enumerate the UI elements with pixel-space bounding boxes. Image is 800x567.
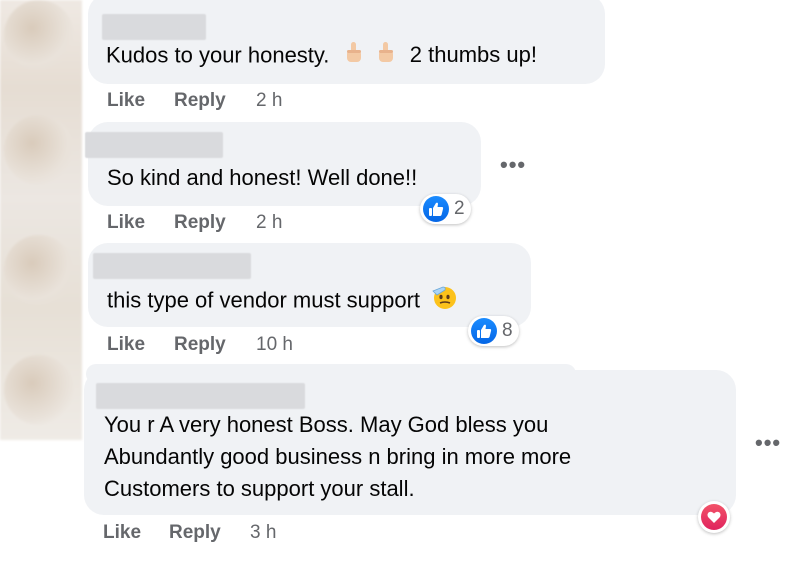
commenter-name[interactable] xyxy=(102,14,206,40)
timestamp[interactable]: 2 h xyxy=(256,90,282,112)
comment-text: So kind and honest! Well done!! xyxy=(107,165,418,190)
commenter-name[interactable] xyxy=(96,383,305,409)
avatar[interactable] xyxy=(4,115,74,185)
comment-text-part: Kudos to your honesty. xyxy=(106,42,330,68)
comment-bubble: this type of vendor must support xyxy=(88,243,531,327)
saluting-face-icon xyxy=(430,283,458,320)
avatar[interactable] xyxy=(4,235,74,305)
comment-text-line: You r A very honest Boss. May God bless … xyxy=(104,412,549,437)
thumbs-up-icon xyxy=(342,39,368,74)
comment-text: Kudos to your honesty. 2 thumbs up! xyxy=(106,39,537,74)
reaction-summary[interactable]: 8 xyxy=(468,316,519,346)
reply-button[interactable]: Reply xyxy=(169,522,221,544)
comment-text-line: Customers to support your stall. xyxy=(104,476,415,501)
like-button[interactable]: Like xyxy=(107,334,145,356)
commenter-name[interactable] xyxy=(93,253,251,279)
commenter-name[interactable] xyxy=(85,132,223,158)
comment-bubble: You r A very honest Boss. May God bless … xyxy=(84,370,736,515)
comment-text: this type of vendor must support xyxy=(107,283,458,320)
more-options-icon[interactable]: ••• xyxy=(755,432,781,454)
comment-bubble: Kudos to your honesty. 2 thumbs up! xyxy=(88,0,605,84)
avatar-column xyxy=(0,0,82,440)
timestamp[interactable]: 10 h xyxy=(256,334,293,356)
avatar[interactable] xyxy=(4,355,74,425)
timestamp[interactable]: 2 h xyxy=(256,212,282,234)
heart-icon xyxy=(701,504,727,530)
timestamp[interactable]: 3 h xyxy=(250,522,276,544)
thumbs-up-icon xyxy=(374,39,400,74)
comment-text-part: 2 thumbs up! xyxy=(409,42,537,68)
reply-button[interactable]: Reply xyxy=(174,90,226,112)
like-reaction-icon xyxy=(423,196,449,222)
like-button[interactable]: Like xyxy=(107,212,145,234)
comment-text-line: Abundantly good business n bring in more… xyxy=(104,444,572,469)
reaction-count: 8 xyxy=(502,320,513,341)
comment-text-part: this type of vendor must support xyxy=(107,287,421,313)
more-options-icon[interactable]: ••• xyxy=(500,154,526,176)
reply-button[interactable]: Reply xyxy=(174,334,226,356)
like-button[interactable]: Like xyxy=(107,90,145,112)
like-reaction-icon xyxy=(471,318,497,344)
reaction-count: 2 xyxy=(454,198,465,219)
reaction-summary[interactable]: 2 xyxy=(420,194,471,224)
comment-bubble: So kind and honest! Well done!! xyxy=(85,122,481,206)
reaction-summary[interactable] xyxy=(698,501,730,533)
like-button[interactable]: Like xyxy=(103,522,141,544)
reply-button[interactable]: Reply xyxy=(174,212,226,234)
avatar[interactable] xyxy=(4,0,74,70)
